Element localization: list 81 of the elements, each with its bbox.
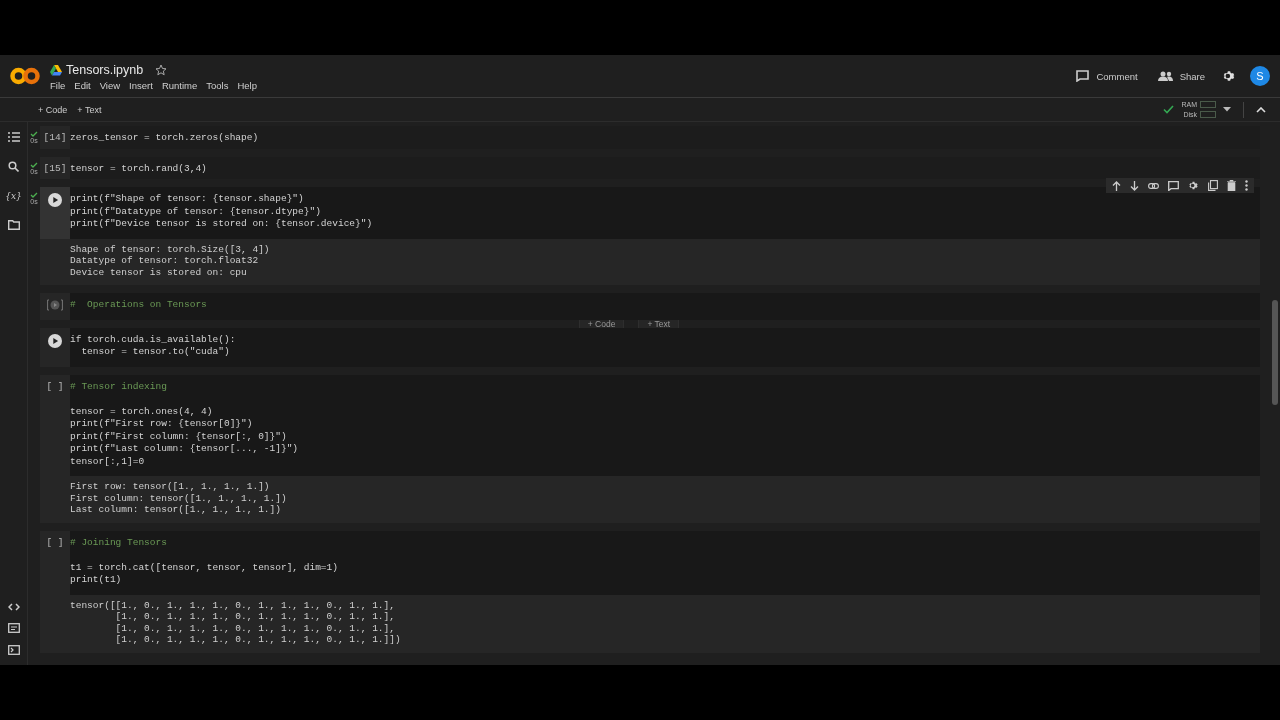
variables-icon[interactable]: {x} [5, 191, 22, 201]
code-cell[interactable]: if torch.cuda.is_available(): tensor = tensor.to("cuda") [40, 327, 1260, 367]
output-line: tensor([[1., 0., 1., 1., 1., 0., 1., 1., 1., 0., 1., 1.], [70, 599, 396, 611]
menu-item[interactable]: File [50, 80, 66, 91]
code-line: tensor = tensor.to("cuda") [80, 346, 231, 359]
search-icon[interactable] [8, 161, 19, 172]
logo-icon [10, 67, 40, 85]
code-line: t1 = torch.cat([tensor, tensor, tensor], dim=1) [70, 561, 339, 574]
folder-icon[interactable] [7, 220, 20, 230]
run-cell-button[interactable] [47, 299, 63, 311]
run-cell-button[interactable] [48, 333, 62, 348]
settings-icon[interactable] [1222, 69, 1236, 83]
code-comment: # Tensor indexing [70, 380, 168, 393]
executed-check-icon [30, 131, 38, 137]
code-line: print(t1) [70, 574, 123, 587]
move-down-icon[interactable] [1130, 180, 1139, 191]
comment-icon [1076, 70, 1090, 82]
output-line: [1., 0., 1., 1., 1., 0., 1., 1., 1., 0., 1., 1.], [114, 622, 396, 634]
menu-item[interactable]: View [99, 80, 121, 91]
output-line: Last column: tensor([1., 1., 1., 1.]) [70, 504, 282, 516]
table-of-contents-icon[interactable] [7, 132, 20, 142]
move-up-icon[interactable] [1112, 180, 1121, 191]
code-cell[interactable]: [15] tensor = torch.rand(3,4) [40, 156, 1260, 179]
collapse-chevron-icon[interactable] [1256, 106, 1266, 113]
execution-count: [15] [43, 162, 67, 176]
execution-count: [ ] [46, 536, 64, 550]
add-text-button[interactable]: + Text [73, 102, 106, 117]
code-line: if torch.cuda.is_available(): [70, 333, 237, 346]
code-comment: # Joining Tensors [70, 536, 168, 549]
notebook-title[interactable]: Tensors.ipynb [66, 63, 144, 77]
code-snippets-icon[interactable] [7, 603, 20, 611]
menu-item[interactable]: Help [237, 80, 257, 91]
run-cell-button[interactable] [48, 193, 62, 207]
output-line: Datatype of tensor: torch.float32 [70, 255, 260, 267]
code-line: tensor = torch.rand(3,4) [70, 162, 208, 175]
share-button[interactable]: Share [1154, 67, 1208, 85]
delete-icon[interactable] [1227, 180, 1236, 191]
more-options-icon[interactable] [1245, 180, 1248, 191]
ram-meter [1200, 101, 1216, 108]
execution-count: [ ] [46, 380, 64, 394]
comment-button[interactable]: Comment [1073, 67, 1141, 85]
menu-item[interactable]: Runtime [161, 80, 198, 91]
menu-item[interactable]: Edit [74, 80, 91, 91]
output-line: First column: tensor([1., 1., 1., 1.]) [70, 492, 288, 504]
code-line: print(f"Last column: {tensor[..., -1]}") [70, 443, 300, 456]
link-icon[interactable] [1148, 182, 1159, 189]
executed-check-icon [30, 192, 38, 198]
dropdown-caret-icon[interactable] [1223, 107, 1231, 112]
output-line: Device tensor is stored on: cpu [70, 266, 248, 278]
drive-icon [50, 64, 62, 76]
scrollbar-thumb[interactable] [1272, 300, 1278, 405]
mirror-cell-icon[interactable] [1208, 180, 1218, 191]
terminal-icon[interactable] [7, 645, 20, 655]
command-palette-icon[interactable] [7, 623, 20, 633]
comment-icon[interactable] [1168, 180, 1179, 191]
code-line: zeros_tensor = torch.zeros(shape) [70, 132, 260, 145]
settings-icon[interactable] [1188, 180, 1199, 191]
menu-item[interactable]: Insert [129, 80, 153, 91]
code-line: tensor = torch.ones(4, 4) [70, 405, 214, 418]
output-line: [1., 0., 1., 1., 1., 0., 1., 1., 1., 0., 1., 1.], [114, 611, 396, 623]
output-line: [1., 0., 1., 1., 1., 0., 1., 1., 1., 0., 1., 1.]]) [114, 634, 402, 646]
star-icon[interactable] [155, 64, 168, 76]
code-line: print(f"Shape of tensor: {tensor.shape}") [70, 193, 305, 206]
output-line: First row: tensor([1., 1., 1., 1.]) [70, 481, 271, 493]
execution-count: [14] [43, 132, 67, 145]
executed-check-icon [30, 161, 38, 168]
code-cell[interactable] [40, 187, 1260, 285]
user-avatar[interactable]: S [1250, 66, 1270, 86]
code-line: print(f"Datatype of tensor: {tensor.dtype}") [70, 205, 322, 218]
code-line: print(f"Device tensor is stored on: {tensor.device}") [70, 218, 374, 231]
output-line: Shape of tensor: torch.Size([3, 4]) [70, 243, 271, 255]
menu-item[interactable]: Tools [206, 80, 229, 91]
code-line: tensor[:,1]=0 [70, 455, 146, 468]
people-icon [1157, 71, 1173, 81]
code-cell[interactable]: [14] zeros_tensor = torch.zeros(shape) [40, 126, 1260, 149]
code-line: print(f"First row: {tensor[0]}") [70, 418, 254, 431]
disk-meter [1200, 111, 1216, 118]
code-cell[interactable]: # Operations on Tensors [40, 293, 1260, 320]
code-comment: # Operations on Tensors [70, 299, 208, 312]
add-code-button[interactable]: + Code [34, 102, 72, 117]
code-line: print(f"First column: {tensor[:, 0]}") [70, 430, 288, 443]
